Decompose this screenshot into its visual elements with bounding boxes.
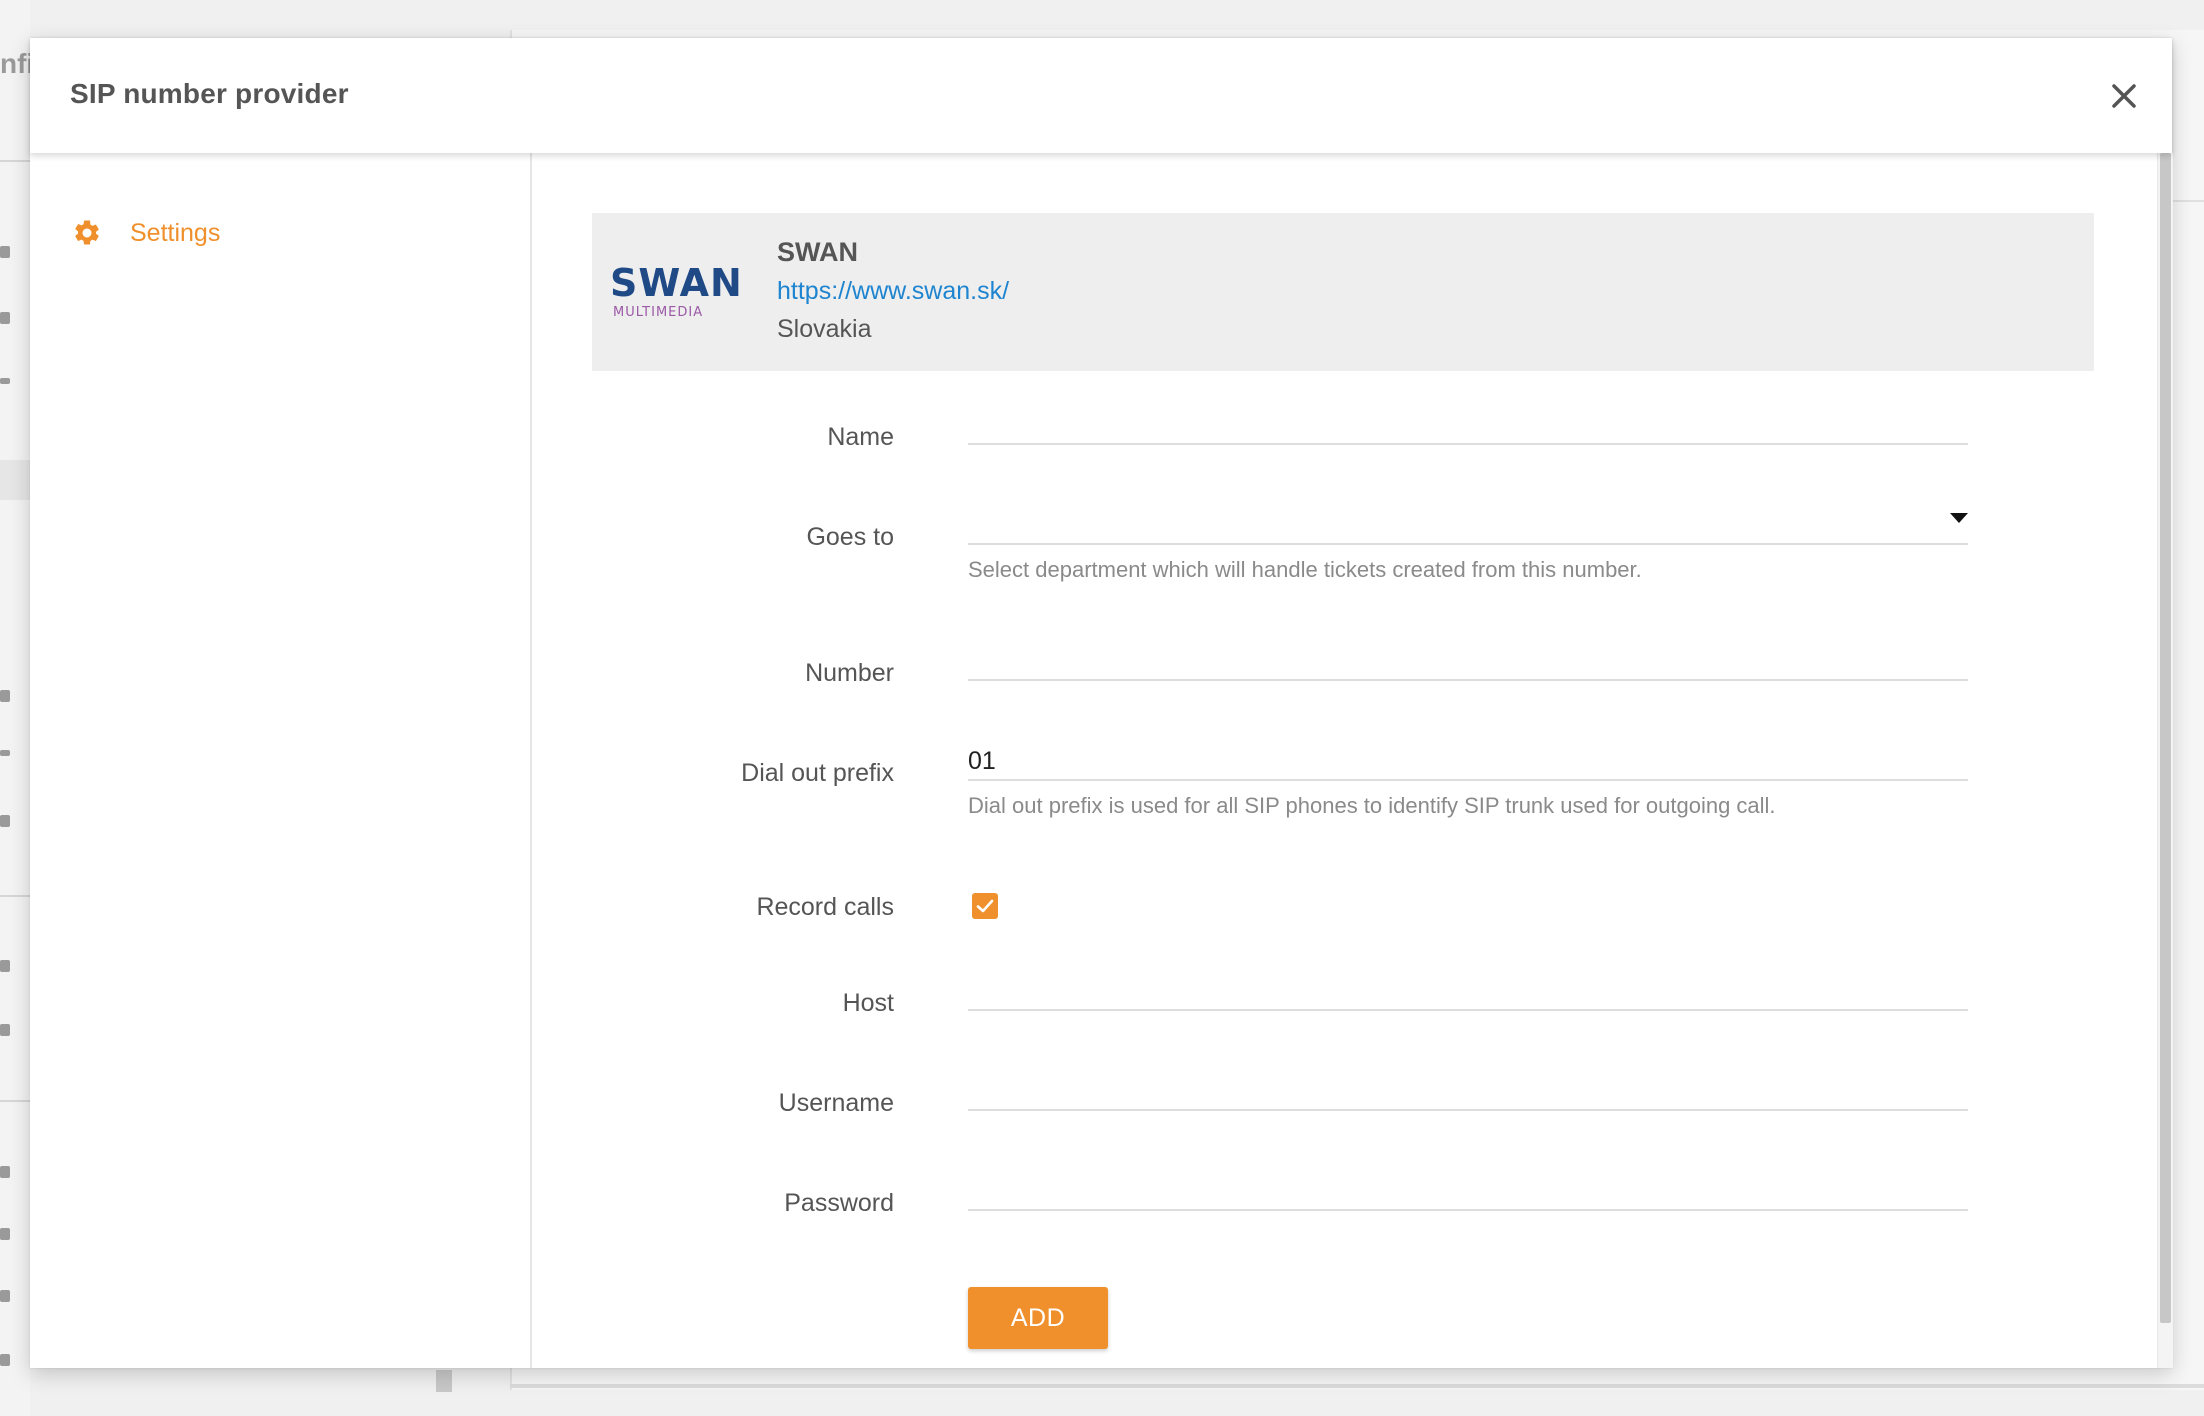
dial-out-prefix-label: Dial out prefix	[741, 759, 894, 787]
goes-to-select[interactable]	[968, 493, 1968, 545]
record-calls-checkbox[interactable]	[972, 893, 998, 919]
background-divider	[2168, 200, 2204, 202]
dialog-sidebar: Settings	[30, 153, 532, 1368]
provider-website-link[interactable]: https://www.swan.sk/	[777, 277, 1009, 306]
rail-icon	[0, 960, 10, 972]
rail-icon	[0, 246, 10, 258]
add-button[interactable]: ADD	[968, 1287, 1108, 1349]
goes-to-label: Goes to	[806, 523, 894, 551]
goes-to-help: Select department which will handle tick…	[968, 557, 1642, 582]
checkmark-icon	[976, 899, 994, 913]
host-input[interactable]	[968, 959, 1968, 1011]
rail-divider	[0, 160, 30, 162]
rail-icon	[0, 690, 10, 702]
sidebar-item-settings[interactable]: Settings	[72, 213, 220, 253]
rail-icon	[0, 1166, 10, 1178]
dial-out-prefix-help: Dial out prefix is used for all SIP phon…	[968, 793, 1776, 818]
password-input[interactable]	[968, 1159, 1968, 1211]
rail-divider	[0, 895, 30, 897]
provider-logo: SWAN MULTIMEDIA	[610, 261, 742, 321]
number-input[interactable]	[968, 629, 1968, 681]
rail-icon	[0, 815, 10, 827]
password-label: Password	[784, 1189, 894, 1217]
close-icon	[2112, 84, 2136, 108]
dial-out-prefix-input[interactable]	[968, 729, 1968, 781]
settings-content: SWAN MULTIMEDIA SWAN https://www.swan.sk…	[532, 153, 2173, 1368]
provider-card: SWAN MULTIMEDIA SWAN https://www.swan.sk…	[592, 213, 2094, 371]
rail-icon	[0, 1290, 10, 1302]
logo-subtext: MULTIMEDIA	[613, 305, 704, 320]
chevron-down-icon	[1950, 513, 1968, 523]
rail-icon	[0, 1024, 10, 1036]
rail-icon	[0, 750, 10, 756]
host-label: Host	[842, 989, 894, 1017]
sip-provider-dialog: SIP number provider Settings SWAN MULTIM…	[30, 38, 2173, 1368]
number-label: Number	[805, 659, 894, 687]
provider-name: SWAN	[777, 237, 858, 267]
background-bottom-strip	[510, 1384, 2204, 1388]
close-button[interactable]	[2104, 76, 2144, 116]
username-label: Username	[778, 1089, 894, 1117]
background-left-rail	[0, 0, 30, 1416]
content-scrollbar[interactable]	[2157, 153, 2173, 1368]
scrollbar-thumb[interactable]	[2160, 153, 2171, 1323]
rail-icon	[0, 1354, 10, 1366]
rail-highlight	[0, 460, 30, 500]
name-input[interactable]	[968, 393, 1968, 445]
record-calls-label: Record calls	[756, 893, 894, 921]
provider-country: Slovakia	[777, 315, 872, 343]
rail-icon	[0, 378, 10, 384]
username-input[interactable]	[968, 1059, 1968, 1111]
dialog-title: SIP number provider	[70, 78, 349, 109]
logo-word: SWAN	[610, 261, 743, 305]
dialog-header: SIP number provider	[30, 38, 2172, 153]
dialog-body: Settings SWAN MULTIMEDIA SWAN https://ww…	[30, 153, 2173, 1368]
rail-icon	[0, 1228, 10, 1240]
rail-icon	[0, 312, 10, 324]
sidebar-item-label: Settings	[130, 218, 221, 247]
name-label: Name	[827, 423, 894, 451]
rail-divider	[0, 1100, 30, 1102]
background-stub	[436, 1370, 452, 1392]
gear-icon	[72, 218, 102, 248]
